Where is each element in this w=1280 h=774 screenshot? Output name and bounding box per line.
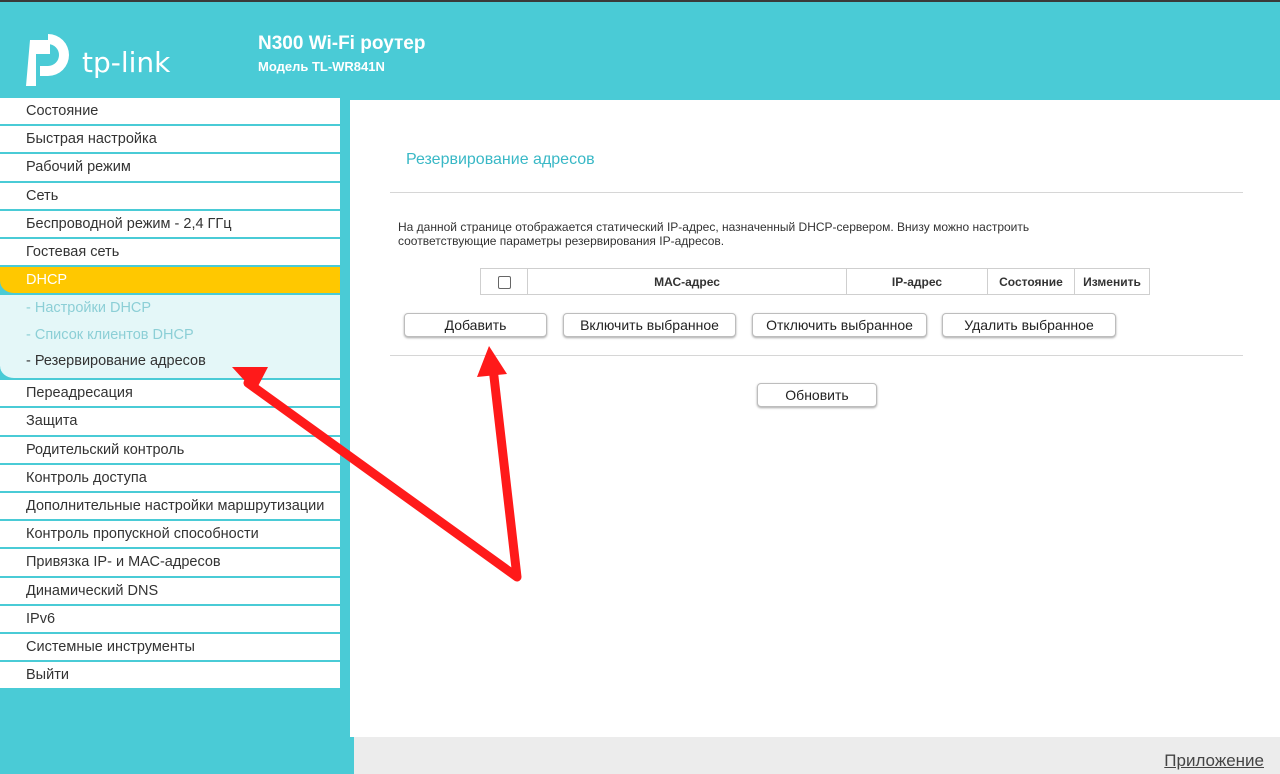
column-header-modify: Изменить [1074,268,1150,295]
column-header-ip: IP-адрес [846,268,988,295]
svg-text:tp-link: tp-link [82,46,171,79]
header-bar: tp-link N300 Wi-Fi роутер Модель TL-WR84… [0,0,1280,100]
app-link[interactable]: Приложение [1164,751,1264,771]
refresh-button[interactable]: Обновить [757,383,877,407]
submenu-item-dhcp-clients[interactable]: - Список клиентов DHCP [0,322,340,348]
submenu-item-address-reservation[interactable]: - Резервирование адресов [0,348,340,374]
sidebar-item-wireless-24[interactable]: Беспроводной режим - 2,4 ГГц [0,210,340,239]
description-line-2: соответствующие параметры резервирования… [398,234,725,248]
column-header-mac: МАС-адрес [527,268,847,295]
model-name: Модель TL-WR841N [258,59,385,74]
disable-selected-button[interactable]: Отключить выбранное [752,313,927,337]
sidebar-item-logout[interactable]: Выйти [0,662,340,691]
submenu-item-dhcp-settings[interactable]: - Настройки DHCP [0,295,340,321]
select-all-checkbox[interactable] [497,275,511,289]
footer-panel: Приложение [354,737,1280,774]
sidebar-item-bandwidth-control[interactable]: Контроль пропускной способности [0,521,340,550]
buttons-divider [390,355,1243,356]
select-all-cell [480,268,528,295]
sidebar-menu: Состояние Быстрая настройка Рабочий режи… [0,98,340,691]
add-button[interactable]: Добавить [404,313,547,337]
page-description: На данной странице отображается статичес… [398,220,1158,248]
sidebar-item-guest-network[interactable]: Гостевая сеть [0,238,340,268]
description-line-1: На данной странице отображается статичес… [398,220,1030,234]
product-name: N300 Wi-Fi роутер [258,33,426,54]
page-title: Резервирование адресов [406,151,595,168]
reservation-table: МАС-адрес IP-адрес Состояние Изменить [480,268,1150,295]
sidebar-item-security[interactable]: Защита [0,408,340,437]
sidebar-item-parental-control[interactable]: Родительский контроль [0,436,340,465]
sidebar-item-advanced-routing[interactable]: Дополнительные настройки маршрутизации [0,492,340,522]
footer-bar: Приложение [350,737,1280,774]
sidebar-item-operation-mode[interactable]: Рабочий режим [0,154,340,183]
table-header-row: МАС-адрес IP-адрес Состояние Изменить [480,268,1150,295]
delete-selected-button[interactable]: Удалить выбранное [942,313,1116,337]
tp-link-logo: tp-link [26,34,171,86]
title-divider [390,192,1243,193]
sidebar-item-forwarding[interactable]: Переадресация [0,380,340,409]
enable-selected-button[interactable]: Включить выбранное [563,313,736,337]
sidebar-item-network[interactable]: Сеть [0,182,340,211]
sidebar-item-status[interactable]: Состояние [0,98,340,127]
sidebar-item-system-tools[interactable]: Системные инструменты [0,633,340,663]
sidebar-item-quick-setup[interactable]: Быстрая настройка [0,126,340,155]
sidebar-item-dynamic-dns[interactable]: Динамический DNS [0,577,340,606]
sidebar-item-ipv6[interactable]: IPv6 [0,605,340,634]
main-panel: Резервирование адресов На данной страниц… [350,100,1280,737]
dhcp-submenu: - Настройки DHCP - Список клиентов DHCP … [0,295,340,381]
sidebar-item-ip-mac-binding[interactable]: Привязка IP- и МАС-адресов [0,549,340,578]
sidebar-item-access-control[interactable]: Контроль доступа [0,464,340,493]
sidebar-item-dhcp[interactable]: DHCP [0,267,340,296]
column-header-status: Состояние [987,268,1075,295]
